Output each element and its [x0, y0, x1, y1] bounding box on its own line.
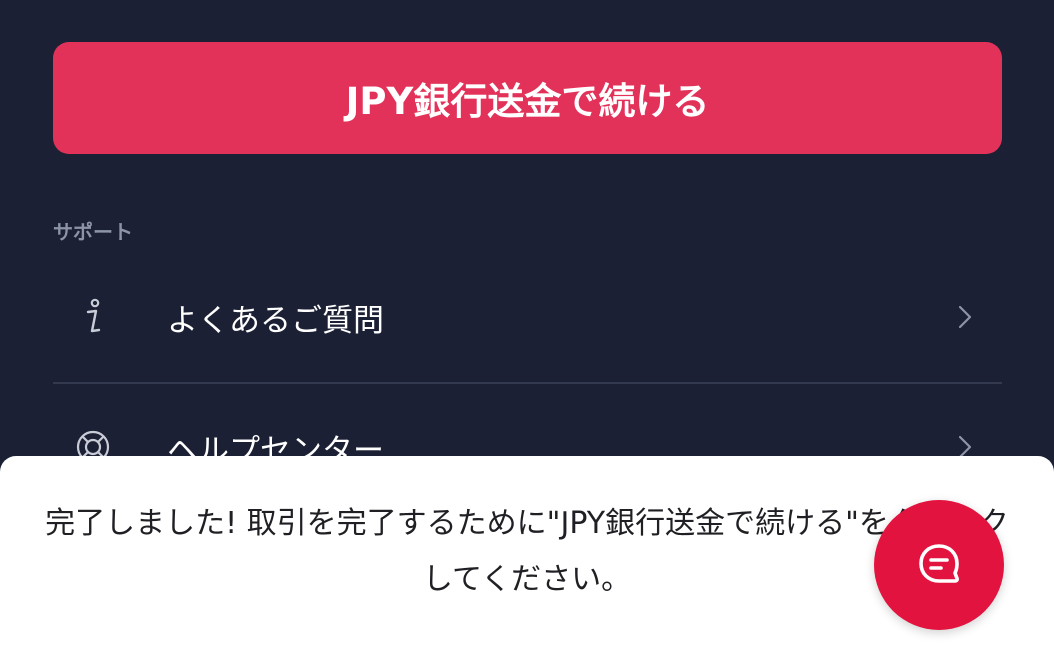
chevron-right-icon [956, 302, 974, 332]
chat-button[interactable] [874, 500, 1004, 630]
toast-message: 完了しました! 取引を完了するために"JPY銀行送金で続ける"をクリックしてくだ… [45, 506, 1009, 597]
continue-jpy-bank-transfer-button[interactable]: JPY銀行送金で続ける [53, 42, 1002, 154]
support-item-faq[interactable]: よくあるご質問 [53, 252, 1002, 382]
support-item-faq-label: よくあるご質問 [167, 302, 384, 339]
info-icon [73, 297, 113, 337]
support-section-label: サポート [53, 220, 133, 244]
chat-icon [914, 539, 964, 592]
